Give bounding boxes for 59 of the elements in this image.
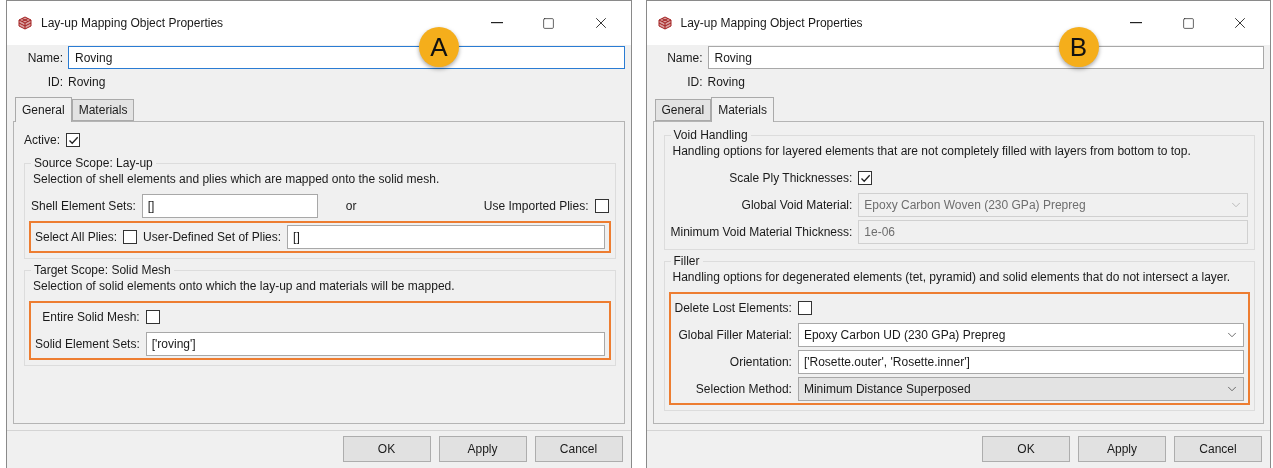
text-field[interactable]: ['Rosette.outer', 'Rosette.inner'] bbox=[797, 350, 1244, 374]
field-label: Select All Plies: bbox=[35, 230, 118, 244]
dialog-button[interactable]: Cancel bbox=[1174, 435, 1262, 462]
checkbox[interactable] bbox=[594, 199, 609, 213]
dialog-button[interactable]: Cancel bbox=[534, 435, 623, 462]
field-label: Scale Ply Thicknesses: bbox=[729, 171, 853, 185]
text-field[interactable]: [] bbox=[287, 225, 605, 249]
field-label: Delete Lost Elements: bbox=[674, 301, 792, 315]
group-title: Filler bbox=[672, 254, 701, 268]
field-label: Active: bbox=[24, 133, 60, 147]
field-label: or bbox=[345, 199, 357, 213]
dropdown[interactable]: Epoxy Carbon UD (230 GPa) Prepreg bbox=[797, 323, 1244, 347]
dialog-button[interactable]: OK bbox=[342, 435, 431, 462]
group-description: Handling options for layered elements that are not completely filled with layers from bottom to top. bbox=[672, 144, 1192, 158]
dialog-button[interactable]: Apply bbox=[1078, 435, 1166, 462]
field-label: Solid Element Sets: bbox=[35, 337, 140, 351]
group-title: Source Scope: Lay-up bbox=[33, 156, 154, 170]
minimize-icon bbox=[490, 22, 503, 24]
tab[interactable]: Materials bbox=[711, 97, 774, 122]
field-label: Shell Element Sets: bbox=[31, 199, 136, 213]
tab[interactable]: General bbox=[654, 99, 712, 121]
text-field[interactable]: ['roving'] bbox=[145, 332, 605, 356]
checkbox[interactable] bbox=[858, 171, 873, 185]
field-label: Minimum Void Material Thickness: bbox=[670, 225, 853, 239]
group-description: Selection of shell elements and plies which are mapped onto the solid mesh. bbox=[33, 172, 441, 186]
maximize-icon bbox=[1181, 16, 1195, 30]
field-label: Global Void Material: bbox=[741, 198, 853, 212]
checkbox[interactable] bbox=[797, 301, 812, 315]
field-label: Selection Method: bbox=[695, 382, 792, 396]
window-title: Lay-up Mapping Object Properties bbox=[680, 16, 864, 30]
field-label: ID: bbox=[46, 75, 63, 89]
dialog-button[interactable]: Apply bbox=[438, 435, 527, 462]
text-field[interactable]: [] bbox=[141, 194, 318, 218]
field-label: Name: bbox=[26, 50, 63, 65]
checkbox[interactable] bbox=[123, 230, 138, 244]
field-label: Use Imported Plies: bbox=[483, 199, 589, 213]
app-icon bbox=[656, 15, 673, 31]
maximize-icon bbox=[542, 16, 555, 30]
field-label: Global Filler Material: bbox=[678, 328, 792, 342]
dialog-button[interactable]: OK bbox=[982, 435, 1070, 462]
field-label: User-Defined Set of Plies: bbox=[143, 230, 282, 244]
field-label: Entire Solid Mesh: bbox=[42, 310, 140, 324]
group-title: Target Scope: Solid Mesh bbox=[33, 263, 172, 277]
id-value: Roving bbox=[68, 75, 106, 89]
tab[interactable]: General bbox=[15, 97, 72, 122]
window-title: Lay-up Mapping Object Properties bbox=[41, 16, 225, 30]
field-label: Name: bbox=[666, 50, 703, 65]
id-value: Roving bbox=[707, 75, 745, 89]
tab[interactable]: Materials bbox=[71, 99, 135, 121]
app-icon bbox=[17, 15, 33, 31]
group-description: Handling options for degenerated elements (tet, pyramid) and solid elements that do not intersect a layer. bbox=[672, 270, 1232, 284]
checkbox[interactable] bbox=[66, 133, 80, 147]
field-label: Orientation: bbox=[729, 355, 792, 369]
field-label: ID: bbox=[686, 75, 703, 89]
minimize-icon bbox=[1130, 22, 1142, 24]
dropdown[interactable]: Minimum Distance Superposed bbox=[797, 377, 1244, 401]
group-description: Selection of solid elements onto which the lay-up and materials will be mapped. bbox=[33, 279, 456, 293]
checkbox[interactable] bbox=[145, 310, 160, 324]
group-title: Void Handling bbox=[672, 128, 749, 142]
